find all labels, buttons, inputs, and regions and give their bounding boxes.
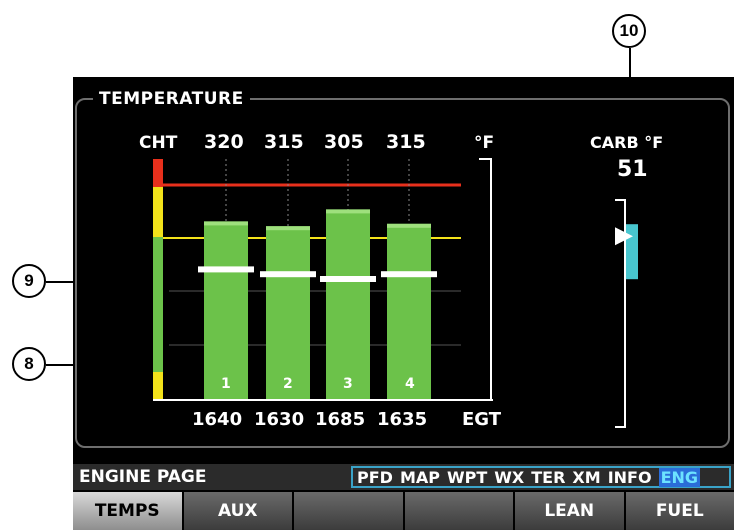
- cylinder-number-4: 4: [405, 376, 415, 392]
- cht-marker-2: [260, 271, 316, 278]
- cht-marker-1: [198, 266, 254, 273]
- softkey-temps[interactable]: TEMPS: [73, 492, 182, 530]
- page-group-indicator: PFD MAP WPT WX TER XM INFO ENG: [351, 466, 731, 488]
- page-group-wx[interactable]: WX: [494, 468, 524, 487]
- cht-scale-green: [153, 237, 163, 372]
- page-name: ENGINE PAGE: [79, 467, 207, 487]
- graph-right-bracket: [479, 158, 492, 401]
- cht-marker-4: [381, 271, 437, 278]
- page-group-pfd[interactable]: PFD: [357, 468, 393, 487]
- egt-value-2: 1630: [254, 409, 305, 430]
- egt-bar-cap-4: [387, 223, 431, 228]
- softkey-blank-1[interactable]: [294, 492, 403, 530]
- cht-marker-3: [320, 276, 376, 282]
- egt-value-4: 1635: [377, 409, 428, 430]
- egt-bar-3: [326, 209, 370, 399]
- softkey-bar: TEMPS AUX LEAN FUEL: [73, 492, 734, 530]
- cht-scale-red: [153, 159, 163, 187]
- egt-label: EGT: [462, 409, 502, 430]
- egt-bar-cap-2: [266, 226, 310, 231]
- softkey-fuel[interactable]: FUEL: [625, 492, 734, 530]
- temperature-graph: [153, 158, 638, 428]
- page-group-xm[interactable]: XM: [572, 468, 600, 487]
- page-group-wpt[interactable]: WPT: [447, 468, 487, 487]
- egt-bar-cap-3: [326, 209, 370, 214]
- egt-bar-4: [387, 223, 431, 399]
- cht-scale-yellow-bottom: [153, 372, 163, 399]
- callout-9: 9: [12, 264, 46, 298]
- egt-value-1: 1640: [192, 409, 243, 430]
- page-group-eng[interactable]: ENG: [658, 467, 701, 487]
- carb-cyan-band: [626, 224, 638, 280]
- softkey-blank-2[interactable]: [404, 492, 513, 530]
- softkey-lean[interactable]: LEAN: [515, 492, 624, 530]
- egt-value-3: 1685: [315, 409, 366, 430]
- egt-bar-2: [266, 226, 310, 399]
- cylinder-number-1: 1: [221, 376, 231, 392]
- callout-8: 8: [12, 347, 46, 381]
- cht-scale-yellow-top: [153, 187, 163, 237]
- page-group-info[interactable]: INFO: [608, 468, 652, 487]
- page-group-ter[interactable]: TER: [531, 468, 565, 487]
- softkey-aux[interactable]: AUX: [183, 492, 292, 530]
- egt-bar-cap-1: [204, 221, 248, 226]
- egt-bar-1: [204, 221, 248, 399]
- page-group-map[interactable]: MAP: [400, 468, 440, 487]
- engine-display: TEMPERATURE CHT 320 315 305 315 °F CARB …: [73, 77, 734, 530]
- callout-10: 10: [612, 14, 646, 48]
- status-bar: ENGINE PAGE PFD MAP WPT WX TER XM INFO E…: [73, 464, 734, 490]
- cylinder-number-3: 3: [343, 376, 353, 392]
- cylinder-number-2: 2: [283, 376, 293, 392]
